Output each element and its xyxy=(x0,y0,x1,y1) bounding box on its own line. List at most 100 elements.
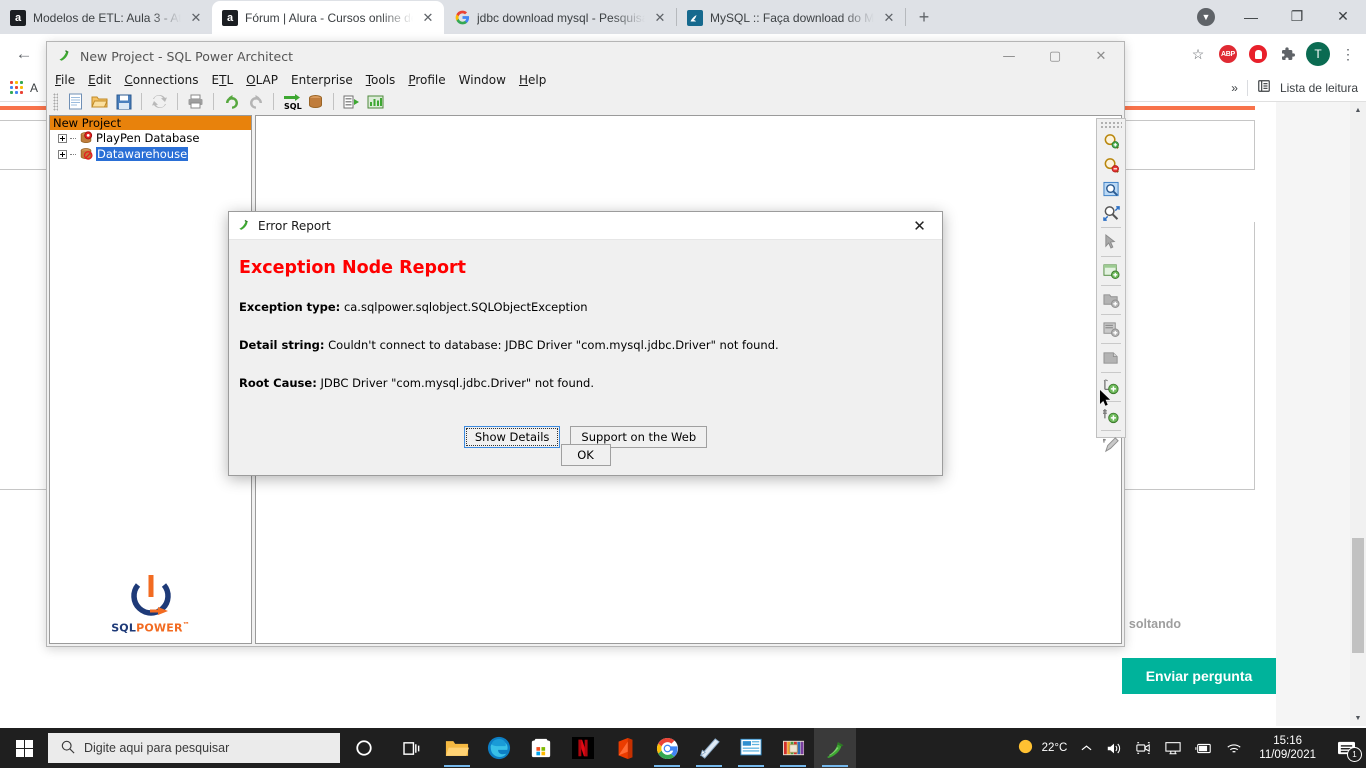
cortana-icon[interactable] xyxy=(340,728,388,768)
menu-item-connections[interactable]: Connections xyxy=(124,73,198,87)
toolbar-grip[interactable] xyxy=(53,92,58,111)
menu-item-etl[interactable]: ETL xyxy=(212,73,234,87)
profile-indicator-icon[interactable]: ▼ xyxy=(1190,0,1222,33)
minimize-button[interactable]: — xyxy=(1228,0,1274,33)
sqlpower-mark-icon xyxy=(130,575,171,616)
taskbar-winrar-icon[interactable] xyxy=(772,728,814,768)
expander-icon[interactable] xyxy=(58,149,67,159)
taskbar-netflix-icon[interactable] xyxy=(562,728,604,768)
browser-tab-2[interactable]: jdbc download mysql - Pesquisa ✕ xyxy=(444,1,676,34)
toolbar-separator xyxy=(177,93,178,110)
reverse-engineer-icon[interactable] xyxy=(305,91,326,112)
taskbar-clock[interactable]: 15:16 11/09/2021 xyxy=(1249,734,1326,762)
bookmarks-overflow-button[interactable]: » xyxy=(1231,81,1238,95)
tree-item-datawarehouse[interactable]: Datawarehouse xyxy=(50,146,251,162)
adblock-plus-extension-icon[interactable]: ABP xyxy=(1214,40,1242,68)
palette-separator xyxy=(1101,343,1121,344)
browser-tab-0[interactable]: a Modelos de ETL: Aula 3 - Atividade ✕ xyxy=(0,1,212,34)
app-maximize-button[interactable]: ▢ xyxy=(1032,42,1078,70)
bookmark-star-icon[interactable]: ☆ xyxy=(1184,40,1212,68)
delete-selected-icon[interactable] xyxy=(1097,433,1125,457)
save-project-icon[interactable] xyxy=(113,91,134,112)
new-tab-button[interactable]: + xyxy=(910,3,938,31)
reading-list-button[interactable]: Lista de leitura xyxy=(1280,81,1358,95)
menu-item-tools[interactable]: Tools xyxy=(366,73,396,87)
taskbar-microsoft-store-icon[interactable] xyxy=(520,728,562,768)
taskbar-notepad-icon[interactable] xyxy=(688,728,730,768)
app-title: New Project - SQL Power Architect xyxy=(80,48,293,64)
pointer-icon[interactable] xyxy=(1097,230,1125,254)
compare-dm-icon[interactable] xyxy=(341,91,362,112)
battery-icon[interactable] xyxy=(1188,728,1219,768)
new-index-icon[interactable] xyxy=(1097,317,1125,341)
three-dot-menu-icon[interactable]: ⋮ xyxy=(1334,40,1362,68)
send-question-button[interactable]: Enviar pergunta xyxy=(1122,658,1276,694)
app-close-button[interactable]: ✕ xyxy=(1078,42,1124,70)
weather-widget[interactable]: 22°C xyxy=(1010,728,1075,768)
taskbar-file-explorer-icon[interactable] xyxy=(436,728,478,768)
ok-button[interactable]: OK xyxy=(560,444,611,466)
menu-item-profile[interactable]: Profile xyxy=(408,73,445,87)
taskbar-microsoft-office-icon[interactable] xyxy=(604,728,646,768)
menu-item-window[interactable]: Window xyxy=(459,73,506,87)
undo-icon[interactable] xyxy=(221,91,242,112)
refresh-icon[interactable] xyxy=(149,91,170,112)
zoom-out-icon[interactable] xyxy=(1097,153,1125,177)
new-relationship-icon[interactable] xyxy=(1097,346,1125,370)
disabled-database-icon xyxy=(79,147,93,161)
close-icon[interactable]: ✕ xyxy=(897,212,942,240)
show-hidden-icons-icon[interactable] xyxy=(1074,728,1099,768)
menu-item-olap[interactable]: OLAP xyxy=(246,73,278,87)
scroll-up-arrow-icon[interactable]: ▲ xyxy=(1350,102,1366,118)
scrollbar-thumb[interactable] xyxy=(1352,538,1364,653)
zoom-reset-icon[interactable] xyxy=(1097,201,1125,225)
expander-icon[interactable] xyxy=(58,133,67,143)
close-icon[interactable]: ✕ xyxy=(652,10,668,26)
browser-tab-3[interactable]: MySQL :: Faça download do MySQ ✕ xyxy=(677,1,905,34)
tree-root-node[interactable]: New Project xyxy=(50,116,251,130)
search-input[interactable]: Digite aqui para pesquisar xyxy=(48,733,340,763)
app-minimize-button[interactable]: — xyxy=(986,42,1032,70)
taskbar-google-chrome-icon[interactable] xyxy=(646,728,688,768)
close-icon[interactable]: ✕ xyxy=(188,10,204,26)
close-icon[interactable]: ✕ xyxy=(420,10,436,26)
profile-report-icon[interactable] xyxy=(365,91,386,112)
palette-grip[interactable] xyxy=(1100,121,1122,129)
display-icon[interactable] xyxy=(1158,728,1188,768)
volume-icon[interactable] xyxy=(1099,728,1129,768)
camera-icon[interactable] xyxy=(1129,728,1158,768)
action-center-icon[interactable]: 1 xyxy=(1326,728,1366,768)
close-button[interactable]: ✕ xyxy=(1320,0,1366,33)
menu-item-edit[interactable]: Edit xyxy=(88,73,111,87)
forward-engineer-sql-icon[interactable]: SQL xyxy=(281,91,302,112)
ublock-extension-icon[interactable] xyxy=(1244,40,1272,68)
menu-item-enterprise[interactable]: Enterprise xyxy=(291,73,353,87)
browser-window-controls: ▼ — ❐ ✕ xyxy=(1190,0,1366,33)
wifi-icon[interactable] xyxy=(1219,728,1249,768)
redo-icon[interactable] xyxy=(245,91,266,112)
taskbar-sql-power-architect-icon[interactable] xyxy=(814,728,856,768)
menu-item-file[interactable]: File xyxy=(55,73,75,87)
new-column-icon[interactable] xyxy=(1097,288,1125,312)
taskbar-microsoft-edge-icon[interactable] xyxy=(478,728,520,768)
menu-item-help[interactable]: Help xyxy=(519,73,546,87)
taskbar-powerpoint-icon[interactable] xyxy=(730,728,772,768)
close-icon[interactable]: ✕ xyxy=(881,10,897,26)
tree-item-playpen-database[interactable]: PlayPen Database xyxy=(50,130,251,146)
apps-shortcut[interactable]: A xyxy=(10,80,38,95)
zoom-in-icon[interactable] xyxy=(1097,129,1125,153)
browser-tab-1[interactable]: a Fórum | Alura - Cursos online de ✕ xyxy=(212,1,444,34)
new-project-icon[interactable] xyxy=(65,91,86,112)
scroll-down-arrow-icon[interactable]: ▼ xyxy=(1350,710,1366,726)
task-view-icon[interactable] xyxy=(388,728,436,768)
maximize-button[interactable]: ❐ xyxy=(1274,0,1320,33)
page-scrollbar[interactable]: ▲ ▼ xyxy=(1350,102,1366,726)
windows-start-icon[interactable] xyxy=(0,728,48,768)
new-table-icon[interactable] xyxy=(1097,259,1125,283)
open-project-icon[interactable] xyxy=(89,91,110,112)
print-icon[interactable] xyxy=(185,91,206,112)
back-arrow-icon[interactable]: ← xyxy=(8,38,40,70)
extensions-puzzle-icon[interactable] xyxy=(1274,40,1302,68)
zoom-to-fit-icon[interactable] xyxy=(1097,177,1125,201)
avatar[interactable]: T xyxy=(1304,40,1332,68)
